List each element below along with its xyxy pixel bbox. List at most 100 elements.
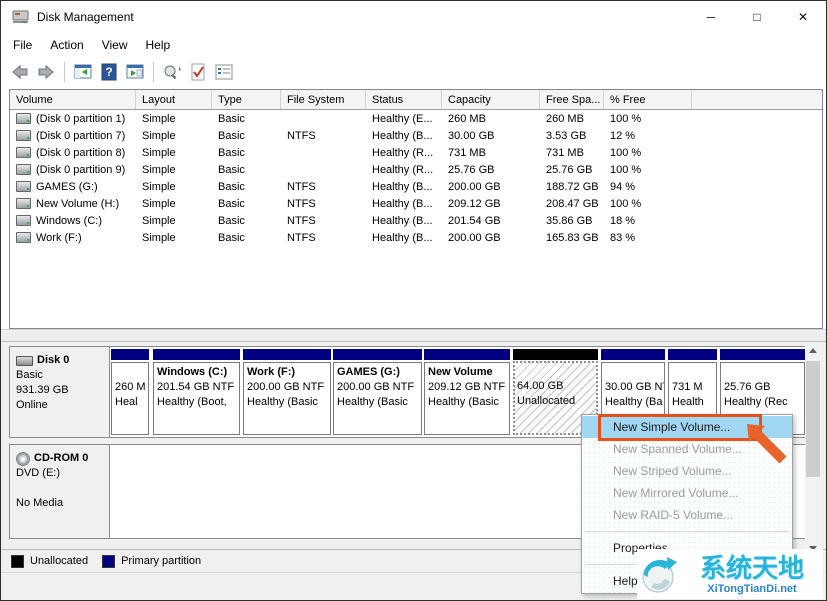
- legend-color-swatch: [11, 555, 24, 568]
- vertical-scrollbar[interactable]: [805, 343, 821, 555]
- minimize-button[interactable]: ─: [688, 1, 734, 33]
- partition-type-strip: [333, 349, 422, 360]
- volume-name-cell: (Disk 0 partition 1): [10, 113, 136, 125]
- maximize-button[interactable]: □: [734, 1, 780, 33]
- volume-row[interactable]: (Disk 0 partition 9) Simple Basic Health…: [10, 161, 822, 178]
- partition-type-strip: [668, 349, 717, 360]
- layout-cell: Simple: [136, 198, 212, 210]
- partition-cell[interactable]: Work (F:) 200.00 GB NTF Healthy (Basic: [243, 349, 331, 435]
- capacity-cell: 200.00 GB: [442, 181, 540, 193]
- window-title: Disk Management: [37, 1, 134, 33]
- cdrom-drive: DVD (E:): [16, 466, 103, 481]
- disk0-kind: Basic: [16, 368, 103, 383]
- volume-row[interactable]: (Disk 0 partition 7) Simple Basic NTFS H…: [10, 127, 822, 144]
- column-header-free-space[interactable]: Free Spa...: [540, 90, 604, 109]
- volume-row[interactable]: (Disk 0 partition 8) Simple Basic Health…: [10, 144, 822, 161]
- console-window-button[interactable]: [70, 60, 96, 84]
- legend-item: Primary partition: [102, 555, 201, 568]
- partition-body[interactable]: Windows (C:) 201.54 GB NTF Healthy (Boot…: [153, 362, 240, 435]
- back-button[interactable]: [7, 60, 33, 84]
- annotation-arrow-icon: [743, 420, 795, 470]
- context-menu-item[interactable]: New RAID-5 Volume...: [582, 504, 792, 526]
- partition-body[interactable]: Work (F:) 200.00 GB NTF Healthy (Basic: [243, 362, 331, 435]
- free-space-cell: 208.47 GB: [540, 198, 604, 210]
- type-cell: Basic: [212, 181, 281, 193]
- cdrom-icon: [16, 452, 30, 466]
- partition-type-strip: [601, 349, 665, 360]
- volume-row[interactable]: New Volume (H:) Simple Basic NTFS Health…: [10, 195, 822, 212]
- volume-row[interactable]: (Disk 0 partition 1) Simple Basic Health…: [10, 110, 822, 127]
- volume-icon: [16, 215, 31, 226]
- pct-free-cell: 100 %: [604, 198, 692, 210]
- help-icon: ?: [99, 62, 119, 82]
- free-space-cell: 165.83 GB: [540, 232, 604, 244]
- refresh-disks-button[interactable]: [159, 60, 185, 84]
- disk0-info-panel[interactable]: Disk 0 Basic 931.39 GB Online: [10, 347, 110, 437]
- menu-bar-item[interactable]: File: [4, 33, 41, 57]
- menu-bar-item[interactable]: Action: [41, 33, 92, 57]
- export-icon: [162, 62, 182, 82]
- status-cell: Healthy (B...: [366, 181, 442, 193]
- partition-cell[interactable]: 260 M Heal: [111, 349, 149, 435]
- partition-body[interactable]: GAMES (G:) 200.00 GB NTF Healthy (Basic: [333, 362, 422, 435]
- watermark-title: 系统天地: [681, 553, 823, 583]
- cdrom-name: CD-ROM 0: [34, 451, 88, 466]
- partition-type-strip: [513, 349, 598, 360]
- volume-row[interactable]: GAMES (G:) Simple Basic NTFS Healthy (B.…: [10, 178, 822, 195]
- file-system-cell: NTFS: [281, 181, 366, 193]
- capacity-cell: 260 MB: [442, 113, 540, 125]
- column-header-pct-free[interactable]: % Free: [604, 90, 692, 109]
- details-view-button[interactable]: [211, 60, 237, 84]
- menu-bar-item[interactable]: View: [93, 33, 137, 57]
- menu-bar-item[interactable]: Help: [137, 33, 180, 57]
- disk0-name: Disk 0: [37, 353, 69, 368]
- partition-cell[interactable]: GAMES (G:) 200.00 GB NTF Healthy (Basic: [333, 349, 422, 435]
- disk0-size: 931.39 GB: [16, 383, 103, 398]
- check-disk-button[interactable]: [185, 60, 211, 84]
- title-bar: Disk Management ─ □ ✕: [1, 1, 826, 33]
- capacity-cell: 200.00 GB: [442, 232, 540, 244]
- volume-row[interactable]: Windows (C:) Simple Basic NTFS Healthy (…: [10, 212, 822, 229]
- column-header-capacity[interactable]: Capacity: [442, 90, 540, 109]
- console-tree-icon: [125, 62, 145, 82]
- type-cell: Basic: [212, 147, 281, 159]
- volume-name-cell: GAMES (G:): [10, 181, 136, 193]
- watermark-site: XiTongTianDi.net: [681, 583, 823, 595]
- status-cell: Healthy (R...: [366, 164, 442, 176]
- scrollbar-thumb[interactable]: [806, 361, 820, 477]
- scroll-up-button[interactable]: [806, 343, 820, 357]
- menu-bar: File Action View Help: [1, 33, 826, 57]
- partition-type-strip: [111, 349, 149, 360]
- console-tree-button[interactable]: [122, 60, 148, 84]
- legend-label: Primary partition: [121, 555, 201, 567]
- column-header-layout[interactable]: Layout: [136, 90, 212, 109]
- volume-list-header: Volume Layout Type File System Status Ca…: [10, 90, 822, 110]
- type-cell: Basic: [212, 113, 281, 125]
- layout-cell: Simple: [136, 215, 212, 227]
- capacity-cell: 25.76 GB: [442, 164, 540, 176]
- volume-row[interactable]: Work (F:) Simple Basic NTFS Healthy (B..…: [10, 229, 822, 246]
- svg-text:?: ?: [105, 65, 112, 79]
- pct-free-cell: 18 %: [604, 215, 692, 227]
- partition-cell[interactable]: New Volume 209.12 GB NTF Healthy (Basic: [424, 349, 510, 435]
- pane-splitter[interactable]: [1, 329, 826, 342]
- forward-icon: [36, 62, 56, 82]
- forward-button[interactable]: [33, 60, 59, 84]
- cdrom-info-panel[interactable]: CD-ROM 0 DVD (E:) No Media: [10, 445, 110, 538]
- close-button[interactable]: ✕: [780, 1, 826, 33]
- column-header-file-system[interactable]: File System: [281, 90, 366, 109]
- context-menu-item[interactable]: New Mirrored Volume...: [582, 482, 792, 504]
- column-header-status[interactable]: Status: [366, 90, 442, 109]
- column-header-type[interactable]: Type: [212, 90, 281, 109]
- capacity-cell: 201.54 GB: [442, 215, 540, 227]
- partition-body[interactable]: New Volume 209.12 GB NTF Healthy (Basic: [424, 362, 510, 435]
- help-button[interactable]: ?: [96, 60, 122, 84]
- status-cell: Healthy (B...: [366, 232, 442, 244]
- layout-cell: Simple: [136, 164, 212, 176]
- partition-body[interactable]: 260 M Heal: [111, 362, 149, 435]
- context-menu-item[interactable]: [582, 526, 792, 537]
- column-header-volume[interactable]: Volume: [10, 90, 136, 109]
- layout-cell: Simple: [136, 147, 212, 159]
- status-cell: Healthy (B...: [366, 130, 442, 142]
- partition-cell[interactable]: Windows (C:) 201.54 GB NTF Healthy (Boot…: [153, 349, 240, 435]
